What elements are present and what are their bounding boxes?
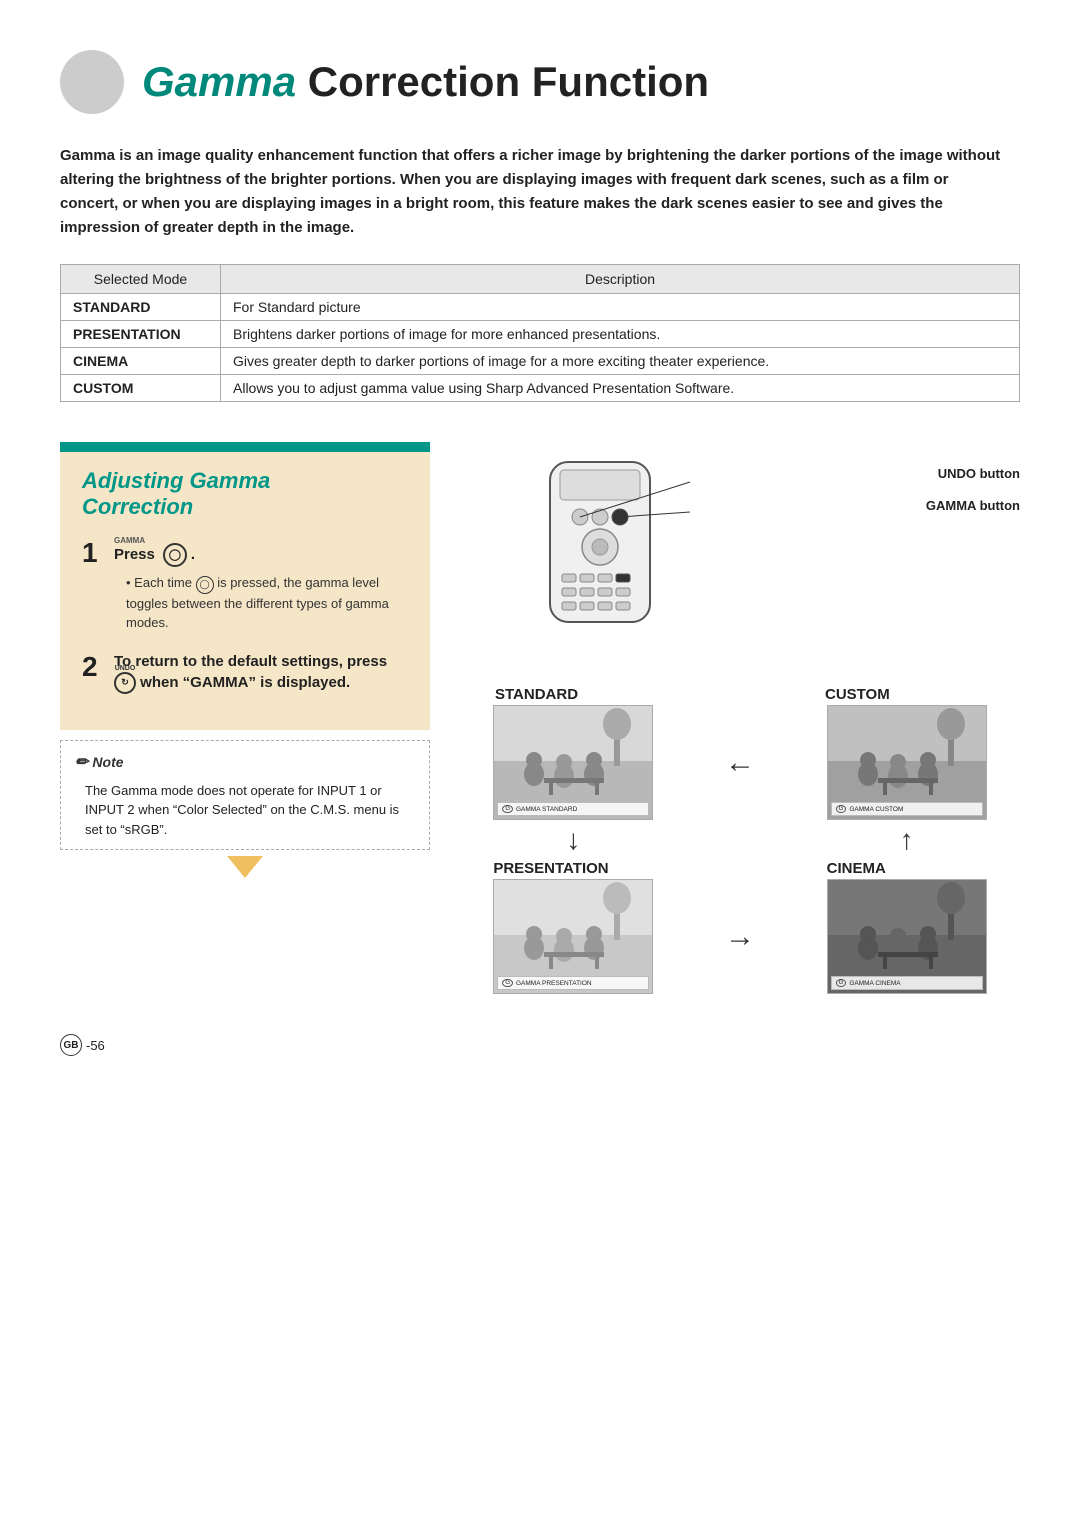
standard-label: STANDARD [495,686,578,703]
table-row: STANDARD For Standard picture [61,294,1020,321]
title-circle-decoration [60,50,124,114]
note-text: The Gamma mode does not operate for INPU… [85,781,415,840]
note-box: ✏ Note The Gamma mode does not operate f… [60,740,430,851]
table-header-mode: Selected Mode [61,265,221,294]
cinema-mode-image: G GAMMA CINEMA [827,879,987,994]
teal-decorative-bar [60,442,430,452]
press-label: Press [114,544,155,567]
step-1-content: GAMMA Press ◯. • Each time ◯ is pressed,… [114,537,412,633]
custom-label: CUSTOM [825,686,890,703]
right-column: UNDO button GAMMA button STANDARD CUSTOM [460,442,1020,994]
custom-mode-image: G GAMMA CUSTOM [827,705,987,820]
arrow-right-icon: → [720,920,760,954]
arrow-left-icon: ← [720,746,760,780]
left-column: Adjusting Gamma Correction 1 GAMMA Press… [60,442,430,994]
table-row: PRESENTATION Brightens darker portions o… [61,321,1020,348]
remote-area: UNDO button GAMMA button [460,452,1020,656]
title-rest-words: Correction Function [296,58,709,105]
table-cell-desc: Gives greater depth to darker portions o… [221,348,1020,375]
title-gamma-word: Gamma [142,58,296,105]
page-title: Gamma Correction Function [142,61,709,103]
standard-overlay: G GAMMA STANDARD [497,802,649,816]
step-2-number: 2 [82,653,104,681]
presentation-mode-image: G GAMMA PRESENTATION [493,879,653,994]
table-cell-mode: STANDARD [61,294,221,321]
gamma-button-label: GAMMA button [926,498,1020,513]
page-number: -56 [86,1038,105,1053]
page-number-area: GB -56 [60,1034,1020,1056]
arrow-down-standard-icon: ↓ [493,824,653,856]
table-cell-desc: Brightens darker portions of image for m… [221,321,1020,348]
arrow-up-cinema-icon: ↑ [827,824,987,856]
undo-button-label: UNDO button [938,466,1020,481]
step-1: 1 GAMMA Press ◯. • Each time ◯ is presse… [82,537,412,633]
table-cell-mode: CUSTOM [61,375,221,402]
standard-mode-image: G GAMMA STANDARD [493,705,653,820]
step-2: 2 To return to the default settings, pre… [82,651,412,694]
gamma-button-icon: ◯ [163,543,187,567]
table-row: CUSTOM Allows you to adjust gamma value … [61,375,1020,402]
step-2-content: To return to the default settings, press… [114,651,412,694]
custom-overlay: G GAMMA CUSTOM [831,802,983,816]
cinema-overlay: G GAMMA CINEMA [831,976,983,990]
note-label: ✏ Note [75,751,415,775]
table-cell-mode: CINEMA [61,348,221,375]
mode-table: Selected Mode Description STANDARD For S… [60,264,1020,402]
section-box: Adjusting Gamma Correction 1 GAMMA Press… [60,452,430,730]
mode-grid: STANDARD CUSTOM [460,686,1020,994]
presentation-label: PRESENTATION [493,860,608,877]
table-cell-desc: For Standard picture [221,294,1020,321]
table-cell-mode: PRESENTATION [61,321,221,348]
note-pencil-icon: ✏ [75,751,88,775]
presentation-overlay: G GAMMA PRESENTATION [497,976,649,990]
section-heading: Adjusting Gamma Correction [82,468,412,521]
gb-circle: GB [60,1034,82,1056]
table-cell-desc: Allows you to adjust gamma value using S… [221,375,1020,402]
intro-paragraph: Gamma is an image quality enhancement fu… [60,144,1010,240]
step-1-number: 1 [82,539,104,567]
arrow-down-marker [227,856,263,878]
cinema-label: CINEMA [827,860,886,877]
table-row: CINEMA Gives greater depth to darker por… [61,348,1020,375]
remote-control-svg [490,452,710,652]
step-1-bullet: • Each time ◯ is pressed, the gamma leve… [114,573,412,633]
table-header-description: Description [221,265,1020,294]
